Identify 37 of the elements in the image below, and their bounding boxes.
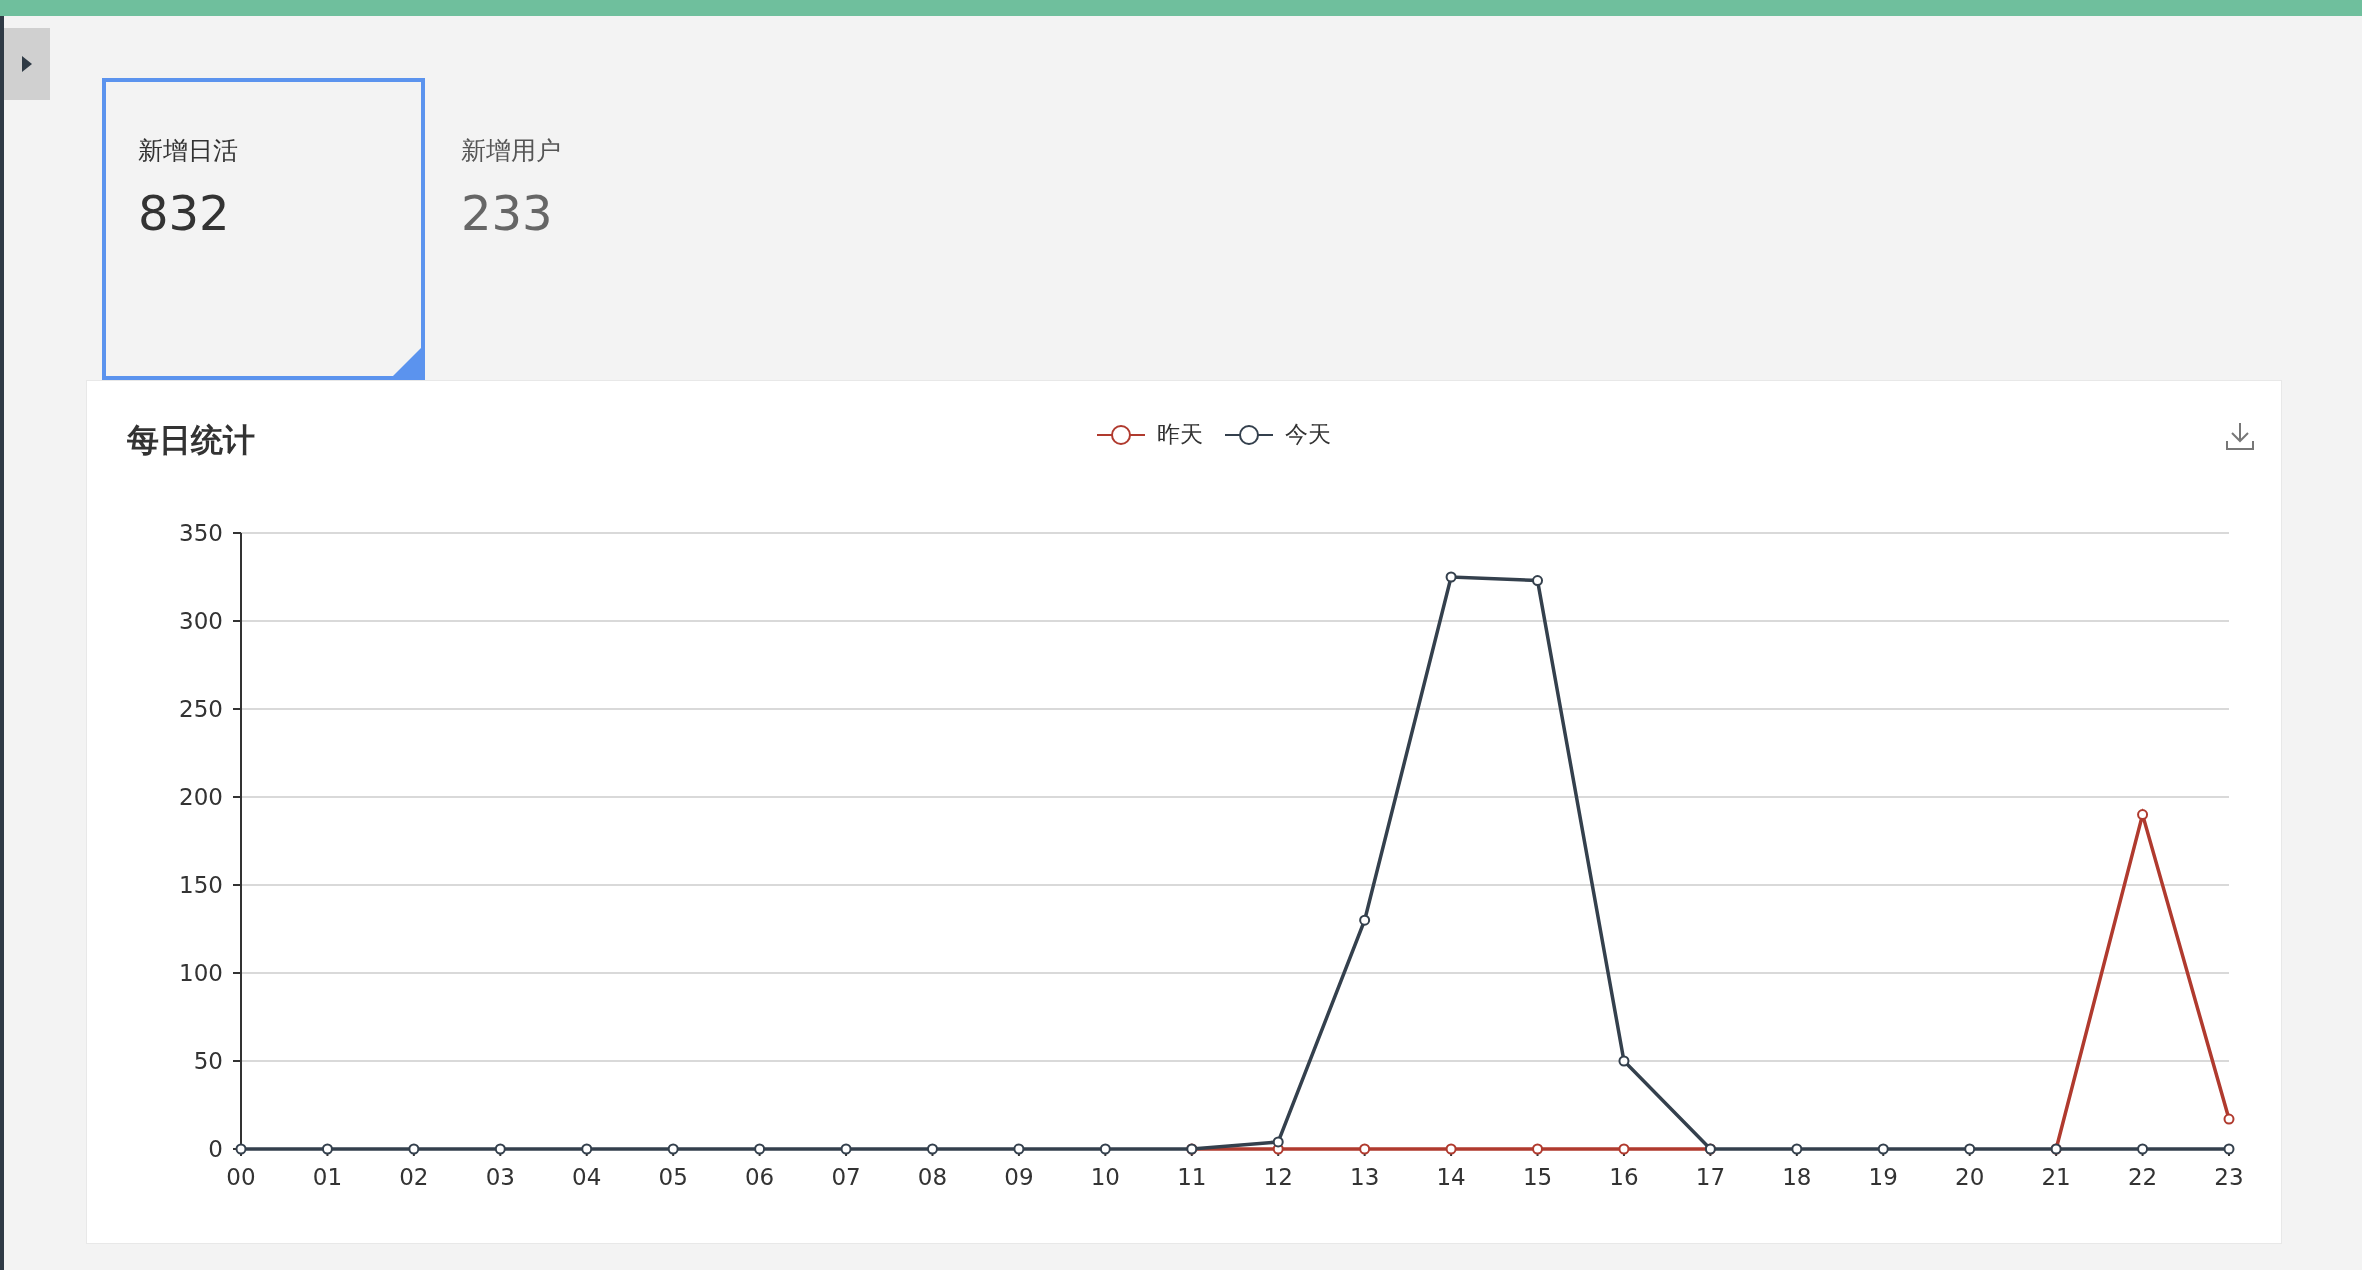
x-tick-label: 16 (1609, 1164, 1639, 1190)
x-tick-label: 07 (831, 1164, 861, 1190)
x-tick-label: 22 (2127, 1164, 2158, 1190)
x-tick-label: 02 (399, 1164, 429, 1190)
x-tick-label: 10 (1090, 1164, 1120, 1190)
y-tick-label: 300 (179, 608, 223, 634)
x-tick-label: 13 (1350, 1164, 1380, 1190)
y-tick-label: 50 (193, 1048, 223, 1074)
x-tick-label: 12 (1263, 1164, 1293, 1190)
y-tick-label: 0 (208, 1136, 223, 1162)
x-tick-label: 05 (658, 1164, 688, 1190)
x-tick-label: 17 (1695, 1164, 1726, 1190)
stat-value: 832 (138, 185, 231, 241)
x-tick-label: 18 (1782, 1164, 1812, 1190)
x-tick-label: 15 (1522, 1164, 1553, 1190)
x-tick-label: 00 (226, 1164, 256, 1190)
x-tick-label: 09 (1004, 1164, 1034, 1190)
stat-value: 233 (461, 185, 554, 241)
x-tick-label: 14 (1436, 1164, 1466, 1190)
y-tick-label: 200 (179, 784, 223, 810)
y-tick-label: 250 (179, 696, 223, 722)
x-tick-label: 08 (917, 1164, 948, 1190)
y-tick-label: 350 (179, 520, 223, 546)
x-tick-label: 01 (312, 1164, 343, 1190)
stat-label: 新增用户 (461, 135, 562, 167)
stat-label: 新增日活 (138, 135, 239, 167)
x-tick-label: 03 (485, 1164, 515, 1190)
x-tick-label: 11 (1177, 1164, 1207, 1190)
x-tick-label: 23 (2214, 1164, 2244, 1190)
x-tick-label: 21 (2041, 1164, 2071, 1190)
x-tick-label: 06 (744, 1164, 775, 1190)
x-tick-label: 20 (1955, 1164, 1985, 1190)
y-tick-label: 150 (179, 872, 223, 898)
y-tick-label: 100 (179, 960, 223, 986)
chart-title: 每日统计 (127, 420, 255, 461)
x-tick-label: 19 (1868, 1164, 1898, 1190)
x-tick-label: 04 (572, 1164, 602, 1190)
